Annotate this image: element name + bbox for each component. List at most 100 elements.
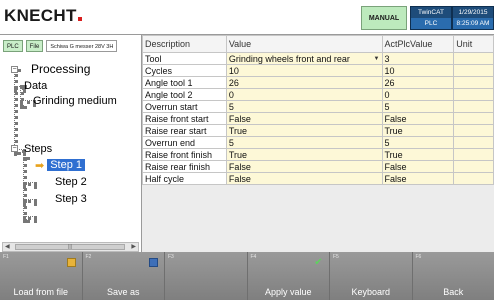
row-act-value: 5 bbox=[381, 136, 455, 149]
main-area: PLC File Schiwa G messer 28V 3H − Proces… bbox=[0, 34, 494, 253]
row-unit bbox=[453, 124, 494, 137]
row-value-input[interactable]: False bbox=[225, 160, 383, 173]
row-description: Raise front finish bbox=[142, 148, 227, 161]
knecht-logo: KNECHT bbox=[4, 6, 82, 26]
collapse-processing-icon[interactable]: − bbox=[11, 66, 18, 73]
row-act-value: False bbox=[381, 172, 455, 185]
keyboard-button[interactable]: F5 Keyboard bbox=[330, 252, 413, 300]
row-description: Raise rear start bbox=[142, 124, 227, 137]
table-row[interactable]: Tool Grinding wheels front and rear ▼ 3 bbox=[142, 52, 494, 65]
row-description: Overrun start bbox=[142, 100, 227, 113]
row-act-value: False bbox=[381, 160, 455, 173]
column-header-value[interactable]: Value bbox=[225, 35, 383, 53]
tree-horizontal-scrollbar[interactable]: ◀ ||| ▶ bbox=[2, 242, 139, 252]
tree-item-grinding-medium[interactable]: Grinding medium bbox=[33, 93, 117, 109]
header: KNECHT MANUAL TwinCAT PLC 1/29/2015 8:25… bbox=[0, 0, 494, 34]
row-description: Angle tool 1 bbox=[142, 76, 227, 89]
row-value-input[interactable]: False bbox=[225, 112, 383, 125]
tree-label-grinding: Grinding medium bbox=[33, 95, 117, 107]
fkey-label: Back bbox=[443, 287, 464, 297]
time-label: 8:25:09 AM bbox=[453, 18, 493, 29]
fkey-number: F2 bbox=[85, 254, 92, 260]
table-row[interactable]: Overrun end 5 5 bbox=[142, 136, 494, 149]
row-unit bbox=[453, 52, 494, 65]
table-row[interactable]: Overrun start 5 5 bbox=[142, 100, 494, 113]
process-tree: − Processing Data Grinding medium − Step… bbox=[0, 57, 141, 241]
parameter-table: Description Value ActPlcValue Unit Tool … bbox=[142, 35, 494, 185]
table-header-row: Description Value ActPlcValue Unit bbox=[142, 35, 494, 53]
checkmark-icon: ✔ bbox=[314, 257, 323, 268]
tree-label-step-1: Step 1 bbox=[47, 159, 86, 171]
back-button[interactable]: F6 Back bbox=[412, 252, 494, 300]
row-value-input[interactable]: True bbox=[225, 124, 383, 137]
row-description: Raise rear finish bbox=[142, 160, 227, 173]
f3-button[interactable]: F3 bbox=[165, 252, 248, 300]
tree-item-step-3[interactable]: Step 3 bbox=[55, 191, 87, 207]
tree-item-step-2[interactable]: Step 2 bbox=[55, 174, 87, 190]
row-unit bbox=[453, 172, 494, 185]
row-description: Angle tool 2 bbox=[142, 88, 227, 101]
fkey-label: Keyboard bbox=[351, 287, 391, 297]
apply-value-button[interactable]: F4 ✔ Apply value bbox=[247, 252, 330, 300]
table-row[interactable]: Angle tool 1 26 26 bbox=[142, 76, 494, 89]
fkey-number: F3 bbox=[168, 254, 174, 260]
row-act-value: 26 bbox=[381, 76, 455, 89]
scroll-right-icon[interactable]: ▶ bbox=[131, 243, 136, 251]
row-act-value: 5 bbox=[381, 100, 455, 113]
tree-label-step-2: Step 2 bbox=[55, 176, 87, 188]
row-value-input[interactable]: 0 bbox=[225, 88, 383, 101]
collapse-steps-icon[interactable]: − bbox=[11, 145, 18, 152]
row-value-input[interactable]: True bbox=[225, 148, 383, 161]
table-row[interactable]: Raise rear start True True bbox=[142, 124, 494, 137]
table-row[interactable]: Raise front start False False bbox=[142, 112, 494, 125]
plc-chip[interactable]: PLC bbox=[3, 40, 23, 52]
dropdown-arrow-icon[interactable]: ▼ bbox=[374, 56, 380, 62]
fkey-number: F1 bbox=[3, 254, 9, 260]
row-act-value: False bbox=[381, 112, 455, 125]
table-row[interactable]: Raise rear finish False False bbox=[142, 160, 494, 173]
column-header-actplcvalue[interactable]: ActPlcValue bbox=[381, 35, 455, 53]
row-unit bbox=[453, 76, 494, 89]
scroll-left-icon[interactable]: ◀ bbox=[5, 243, 10, 251]
row-act-value: True bbox=[381, 124, 455, 137]
arrow-right-icon: ➡ bbox=[35, 159, 45, 172]
mode-badge: MANUAL bbox=[361, 6, 407, 30]
file-chip[interactable]: File bbox=[25, 40, 44, 52]
navigation-panel: PLC File Schiwa G messer 28V 3H − Proces… bbox=[0, 35, 142, 253]
tree-item-steps[interactable]: Steps bbox=[24, 141, 52, 157]
row-value-input[interactable]: False bbox=[225, 172, 383, 185]
row-unit bbox=[453, 88, 494, 101]
table-row[interactable]: Raise front finish True True bbox=[142, 148, 494, 161]
tree-item-processing[interactable]: Processing bbox=[31, 61, 90, 77]
tool-select[interactable]: Grinding wheels front and rear ▼ bbox=[225, 52, 383, 65]
date-label: 1/29/2015 bbox=[458, 9, 488, 16]
twincat-label: TwinCAT bbox=[418, 9, 444, 16]
tree-label-processing: Processing bbox=[31, 62, 91, 76]
row-act-value: 3 bbox=[381, 52, 455, 65]
scrollbar-thumb[interactable]: ||| bbox=[15, 244, 125, 250]
row-unit bbox=[453, 64, 494, 77]
row-unit bbox=[453, 148, 494, 161]
row-value-input[interactable]: 5 bbox=[225, 136, 383, 149]
tree-item-step-1[interactable]: ➡ Step 1 bbox=[35, 157, 86, 173]
fkey-label: Load from file bbox=[13, 287, 69, 297]
row-act-value: 0 bbox=[381, 88, 455, 101]
fkey-label: Apply value bbox=[264, 287, 312, 297]
row-unit bbox=[453, 112, 494, 125]
folder-icon bbox=[66, 258, 76, 267]
save-as-button[interactable]: F2 Save as bbox=[82, 252, 165, 300]
fkey-number: F4 bbox=[250, 254, 257, 260]
table-row[interactable]: Cycles 10 10 bbox=[142, 64, 494, 77]
row-unit bbox=[453, 160, 494, 173]
table-row[interactable]: Angle tool 2 0 0 bbox=[142, 88, 494, 101]
row-value-input[interactable]: 26 bbox=[225, 76, 383, 89]
row-value-input[interactable]: 10 bbox=[225, 64, 383, 77]
tree-item-data[interactable]: Data bbox=[24, 78, 47, 94]
row-act-value: 10 bbox=[381, 64, 455, 77]
column-header-description[interactable]: Description bbox=[142, 35, 227, 53]
column-header-unit[interactable]: Unit bbox=[453, 35, 494, 53]
row-value-input[interactable]: 5 bbox=[225, 100, 383, 113]
load-from-file-button[interactable]: F1 Load from file bbox=[0, 252, 83, 300]
row-description: Tool bbox=[142, 52, 227, 65]
table-row[interactable]: Half cycle False False bbox=[142, 172, 494, 185]
